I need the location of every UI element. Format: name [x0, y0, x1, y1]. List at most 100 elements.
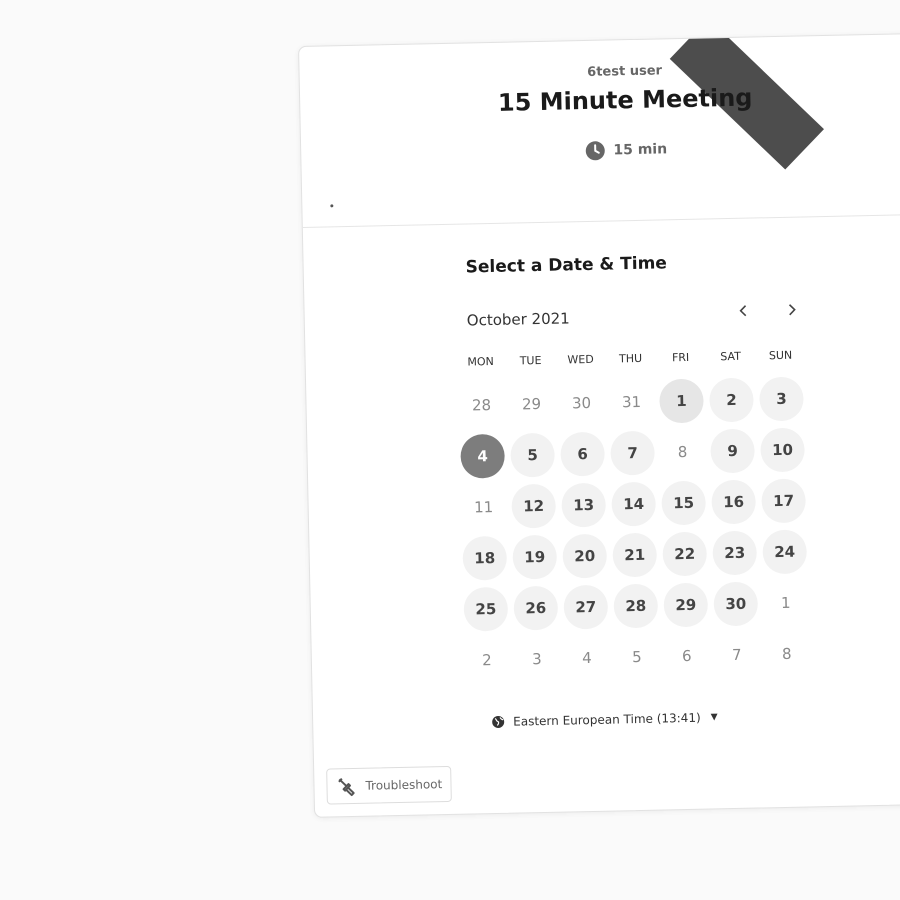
calendar-day-number: 26	[513, 585, 559, 631]
calendar-day[interactable]: 28	[610, 580, 661, 632]
event-title: 15 Minute Meeting	[497, 83, 753, 117]
calendar-day[interactable]: 12	[508, 480, 559, 532]
wrench-icon	[338, 778, 355, 797]
calendar-day-number: 2	[709, 377, 754, 422]
calendar-day: 2	[461, 634, 512, 686]
calendar-day-number: 31	[621, 392, 642, 411]
separator-dot	[330, 204, 334, 208]
calendar-day[interactable]: 5	[507, 429, 558, 481]
calendar-day-number: 4	[460, 433, 506, 479]
calendar-day[interactable]: 24	[759, 525, 810, 577]
calendar-day-number: 1	[780, 593, 791, 612]
calendar-day: 7	[711, 628, 762, 680]
troubleshoot-label: Troubleshoot	[365, 777, 443, 793]
calendar-day-number: 14	[611, 481, 657, 527]
calendar-day[interactable]: 3	[756, 372, 807, 424]
calendar-day-number: 8	[781, 644, 792, 663]
calendar-day[interactable]: 17	[758, 474, 809, 526]
calendar-day-number: 7	[610, 430, 656, 476]
calendar-day-number: 29	[663, 582, 709, 627]
calendar-day-number: 5	[510, 432, 556, 478]
calendar-day-number: 3	[531, 649, 542, 668]
event-duration: 15 min	[301, 133, 900, 167]
calendar-days: 28 29 30 31 1 2 3 4 5 6 7 8 9 10 11 12 13 14 15 16 17 18 19 20 2…	[456, 372, 812, 685]
timezone-label: Eastern European Time (13:41)	[513, 710, 701, 729]
calendar-day: 8	[761, 627, 812, 679]
calendar-day[interactable]: 25	[460, 583, 511, 635]
calendar-day-number: 8	[677, 442, 688, 461]
chevron-right-icon	[788, 304, 796, 316]
calendar-day[interactable]: 7	[607, 427, 658, 479]
calendar-day[interactable]: 29	[660, 578, 711, 630]
calendar-day-number: 21	[612, 532, 658, 578]
weekday-header: MON TUE WED THU FRI SAT SUN	[456, 348, 806, 375]
calendar-day-number: 30	[713, 580, 759, 626]
calendar-day[interactable]: 9	[707, 424, 758, 476]
calendar-day: 11	[458, 481, 509, 533]
calendar-grid: MON TUE WED THU FRI SAT SUN 28 29 30 31 1 2 3 4…	[456, 348, 813, 685]
section-title: Select a Date & Time	[465, 253, 668, 278]
calendar-day-number: 6	[681, 646, 692, 665]
calendar-day-number: 28	[471, 395, 492, 414]
calendar-day: 4	[561, 632, 612, 684]
month-label: October 2021	[466, 309, 570, 330]
calendar-day[interactable]: 27	[560, 581, 611, 633]
weekday-thu: THU	[618, 351, 643, 366]
calendar-day-number: 15	[661, 480, 707, 525]
calendar-day: 1	[760, 576, 811, 628]
weekday-mon: MON	[467, 354, 494, 369]
calendar-day: 31	[606, 376, 657, 428]
calendar-day[interactable]: 19	[509, 531, 560, 583]
calendar-day[interactable]: 15	[658, 477, 709, 529]
calendar-day-number: 13	[561, 482, 607, 528]
troubleshoot-button[interactable]: Troubleshoot	[326, 765, 452, 805]
calendar-day[interactable]: 10	[757, 423, 808, 475]
calendar-day: 5	[611, 631, 662, 683]
calendar-day-number: 1	[659, 378, 704, 424]
calendar-day-number: 18	[462, 535, 508, 581]
calendar-day-number: 19	[512, 534, 558, 580]
weekday-fri: FRI	[671, 350, 690, 365]
duration-label: 15 min	[613, 141, 668, 159]
calendar-day[interactable]: 30	[710, 577, 761, 629]
timezone-selector[interactable]: Eastern European Time (13:41) ▼	[491, 710, 718, 729]
calendar-day-number: 28	[613, 583, 659, 629]
calendar-day-number: 24	[762, 528, 808, 574]
calendar-day[interactable]: 6	[557, 428, 608, 480]
calendar-day[interactable]: 18	[459, 532, 510, 584]
calendar-day-number: 6	[560, 431, 606, 477]
chevron-left-icon	[739, 305, 747, 317]
calendar-day: 6	[661, 629, 712, 681]
calendar-day-number: 11	[473, 497, 494, 516]
next-month-button[interactable]	[776, 294, 807, 325]
calendar-day-number: 22	[662, 531, 708, 576]
event-header: 6test user 15 Minute Meeting 15 min	[299, 33, 900, 227]
calendar-day-number: 5	[631, 647, 642, 666]
globe-icon	[492, 715, 505, 728]
calendar-day[interactable]: 13	[558, 479, 609, 531]
calendar-day-number: 3	[759, 375, 804, 421]
calendar-day[interactable]: 2	[706, 373, 757, 425]
calendar-day-number: 25	[463, 586, 509, 632]
previous-month-button[interactable]	[728, 295, 759, 326]
calendar-day[interactable]: 26	[510, 582, 561, 634]
weekday-wed: WED	[567, 352, 594, 367]
calendar-day[interactable]: 21	[609, 529, 660, 581]
calendar-day: 3	[511, 633, 562, 685]
calendar-day-number: 10	[760, 426, 806, 472]
calendar-day-number: 7	[731, 645, 742, 664]
calendar-day[interactable]: 20	[559, 530, 610, 582]
calendar-day: 28	[456, 379, 507, 431]
calendar-day[interactable]: 16	[708, 475, 759, 527]
calendar-day[interactable]: 22	[659, 527, 710, 579]
calendar-day-number: 27	[563, 584, 609, 630]
calendar-day[interactable]: 23	[709, 526, 760, 578]
clock-icon	[585, 141, 605, 161]
calendar-day-selected[interactable]: 4	[457, 430, 508, 482]
calendar-day-number: 16	[711, 479, 757, 524]
calendar-day[interactable]: 14	[608, 478, 659, 530]
calendar-day-number: 12	[511, 483, 557, 529]
calendar-day: 30	[556, 377, 607, 429]
calendar-day[interactable]: 1	[656, 375, 707, 427]
scheduling-card: 6test user 15 Minute Meeting 15 min Sele…	[298, 31, 900, 818]
